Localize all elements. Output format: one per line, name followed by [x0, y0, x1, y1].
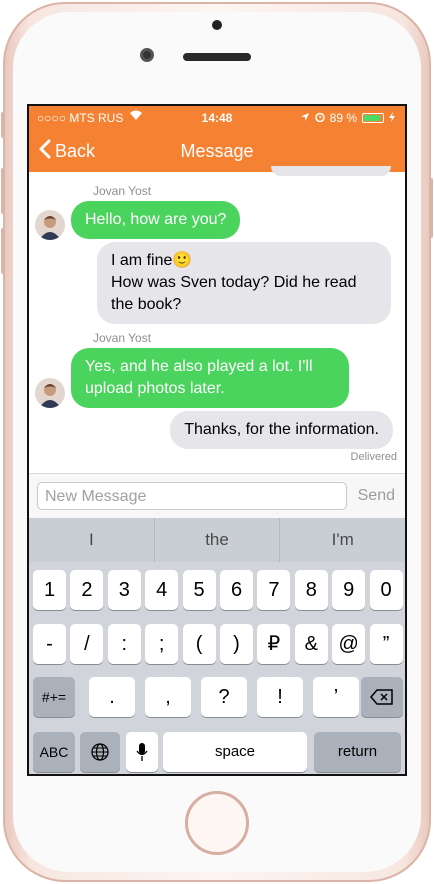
- digit-key[interactable]: 9: [332, 570, 366, 610]
- microphone-icon[interactable]: [126, 732, 158, 772]
- volume-up-button: [1, 168, 5, 214]
- abc-key[interactable]: ABC: [33, 732, 75, 772]
- punctuation-key[interactable]: ,: [145, 677, 191, 717]
- backspace-key[interactable]: [361, 677, 403, 717]
- digit-key[interactable]: 8: [294, 570, 328, 610]
- punctuation-key[interactable]: ’: [313, 677, 359, 717]
- suggestion-bar: I the I'm: [29, 518, 405, 562]
- alarm-icon: [314, 111, 325, 125]
- keyboard: I the I'm 1234567890 - /:;() ₽ & @” .,?!’ #+…: [29, 518, 405, 774]
- message-line: How was Sven today? Did he read: [111, 274, 357, 291]
- symbols-key[interactable]: #+=: [33, 677, 75, 717]
- message-bubble-outgoing: I am fine🙂 How was Sven today? Did he re…: [97, 242, 391, 324]
- earpiece-speaker: [183, 53, 251, 61]
- message-input[interactable]: New Message: [37, 482, 347, 510]
- composer-bar: New Message Send: [29, 473, 405, 518]
- symbol-key[interactable]: ): [220, 624, 253, 664]
- screen: ○○○○ MTS RUS 14:48 89 % Back Message Jov…: [27, 104, 407, 776]
- message-line: upload photos later.: [85, 380, 225, 397]
- volume-down-button: [1, 228, 5, 274]
- return-key[interactable]: return: [314, 732, 401, 772]
- suggestion-item[interactable]: I: [29, 518, 155, 562]
- navigation-bar: ○○○○ MTS RUS 14:48 89 % Back Message: [29, 106, 405, 172]
- globe-icon[interactable]: [80, 732, 120, 772]
- status-right: 89 %: [300, 111, 395, 125]
- space-key[interactable]: space: [163, 732, 307, 772]
- digit-key[interactable]: 5: [182, 570, 216, 610]
- symbol-key[interactable]: -: [33, 624, 66, 664]
- avatar: [35, 378, 65, 408]
- symbol-key[interactable]: @: [332, 624, 366, 664]
- delivery-status: Delivered: [350, 451, 397, 463]
- punctuation-key[interactable]: ?: [201, 677, 247, 717]
- battery-percent: 89 %: [329, 111, 357, 125]
- message-line: the book?: [111, 296, 182, 313]
- avatar: [35, 210, 65, 240]
- message-bubble-incoming: Yes, and he also played a lot. I'll uplo…: [71, 348, 349, 408]
- symbol-key[interactable]: /: [70, 624, 104, 664]
- symbol-key[interactable]: ”: [369, 624, 403, 664]
- symbol-key[interactable]: (: [182, 624, 216, 664]
- suggestion-item[interactable]: the: [155, 518, 281, 562]
- message-thread[interactable]: Jovan Yost Hello, how are you? I am fine…: [29, 166, 405, 472]
- message-bubble-incoming: Hello, how are you?: [71, 201, 241, 239]
- digit-key[interactable]: 2: [70, 570, 104, 610]
- battery-icon: [362, 113, 384, 123]
- mute-switch: [1, 112, 5, 138]
- charging-icon: [389, 111, 395, 125]
- digit-key[interactable]: 4: [145, 570, 179, 610]
- suggestion-item[interactable]: I'm: [280, 518, 405, 562]
- sensor-dot: [212, 20, 222, 30]
- punctuation-key[interactable]: .: [89, 677, 135, 717]
- symbol-key[interactable]: ;: [145, 624, 179, 664]
- sender-name: Jovan Yost: [93, 184, 152, 198]
- punctuation-key[interactable]: !: [257, 677, 303, 717]
- home-button[interactable]: [185, 791, 249, 855]
- front-camera: [140, 48, 154, 62]
- power-button: [429, 178, 433, 238]
- digit-key[interactable]: 7: [257, 570, 291, 610]
- status-bar: ○○○○ MTS RUS 14:48 89 %: [29, 106, 405, 128]
- symbol-key[interactable]: :: [107, 624, 141, 664]
- sender-name: Jovan Yost: [93, 331, 152, 345]
- symbol-key[interactable]: ₽: [257, 624, 291, 664]
- send-button[interactable]: Send: [358, 487, 395, 505]
- location-icon: [300, 111, 310, 125]
- digit-key[interactable]: 0: [369, 570, 403, 610]
- digit-key[interactable]: 1: [33, 570, 66, 610]
- previous-message-bubble: [271, 166, 391, 176]
- message-line: I am fine🙂: [111, 252, 193, 269]
- digit-key[interactable]: 3: [107, 570, 141, 610]
- page-title: Message: [180, 141, 254, 161]
- message-bubble-outgoing: Thanks, for the information.: [170, 411, 393, 449]
- symbol-key[interactable]: &: [294, 624, 328, 664]
- message-line: Yes, and he also played a lot. I'll: [85, 358, 313, 375]
- digit-key[interactable]: 6: [220, 570, 253, 610]
